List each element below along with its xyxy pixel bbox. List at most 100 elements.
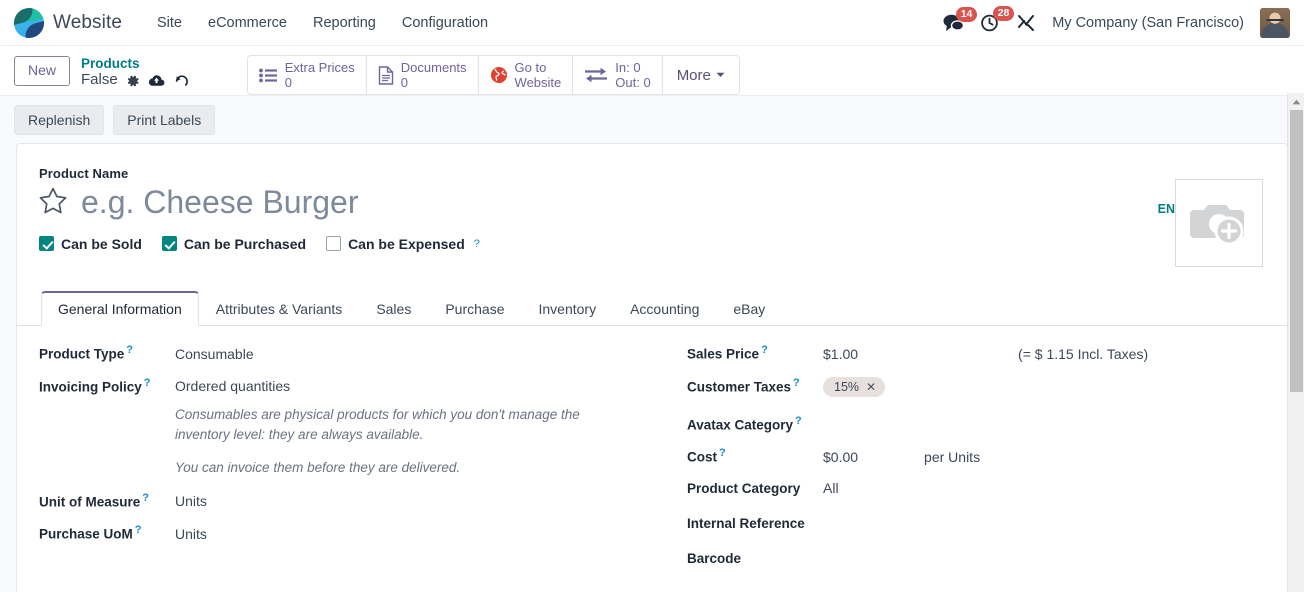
- checkbox-can-be-purchased[interactable]: Can be Purchased: [161, 235, 307, 252]
- help-tooltip-icon[interactable]: ?: [795, 415, 802, 427]
- field-value-product-category[interactable]: All: [823, 480, 839, 496]
- field-label: Customer Taxes?: [687, 376, 800, 395]
- field-label: Unit of Measure?: [39, 491, 149, 510]
- help-paragraph-1: Consumables are physical products for wh…: [175, 407, 580, 443]
- tax-tag-label: 15%: [834, 380, 860, 394]
- checkbox-box: [161, 236, 177, 252]
- product-title-zone: Product Name e.g. Cheese Burger Can be S…: [39, 166, 1263, 267]
- menu-item-configuration[interactable]: Configuration: [389, 9, 501, 37]
- tools-icon: [1018, 14, 1035, 31]
- field-label: Sales Price?: [687, 344, 768, 362]
- help-tooltip-icon[interactable]: ?: [126, 344, 133, 356]
- menu-item-site[interactable]: Site: [144, 9, 195, 37]
- tab-sales[interactable]: Sales: [359, 291, 428, 326]
- control-panel: New Products False Extra Prices 0 Docume…: [0, 46, 1304, 95]
- stat-label: In: 0: [615, 59, 641, 75]
- menu-item-ecommerce[interactable]: eCommerce: [195, 9, 300, 37]
- field-label: Cost?: [687, 447, 726, 465]
- field-value-invoicing-policy[interactable]: Ordered quantities: [175, 378, 290, 394]
- stat-button-documents[interactable]: Documents 0: [367, 56, 479, 94]
- field-cost: Cost? $0.00 per Units: [687, 447, 1263, 465]
- scrollbar-thumb[interactable]: [1290, 110, 1303, 392]
- field-value-product-type[interactable]: Consumable: [175, 346, 254, 362]
- field-label: Purchase UoM?: [39, 524, 142, 542]
- stat-value: Website: [514, 75, 562, 90]
- field-label: Product Type?: [39, 344, 133, 362]
- stat-label: Extra Prices: [284, 59, 355, 75]
- tab-accounting[interactable]: Accounting: [613, 291, 716, 326]
- exchange-icon: [585, 67, 608, 83]
- field-value-cost[interactable]: $0.00: [823, 449, 858, 465]
- menu-item-reporting[interactable]: Reporting: [300, 9, 389, 37]
- tab-general-information[interactable]: General Information: [41, 291, 199, 326]
- form-notebook-tabs: General Information Attributes & Variant…: [17, 291, 1287, 326]
- scroll-up-button[interactable]: [1288, 93, 1304, 110]
- replenish-button[interactable]: Replenish: [14, 105, 105, 135]
- field-unit-of-measure: Unit of Measure? Units: [39, 492, 651, 510]
- checkbox-label: Can be Expensed: [348, 235, 465, 252]
- tab-purchase[interactable]: Purchase: [428, 291, 521, 326]
- language-badge[interactable]: EN: [1158, 202, 1175, 216]
- stat-button-go-to-website[interactable]: Go to Website: [479, 56, 574, 94]
- field-value-purchase-uom[interactable]: Units: [175, 526, 207, 542]
- debug-tools-button[interactable]: [1016, 13, 1036, 33]
- help-tooltip-icon[interactable]: ?: [142, 492, 149, 504]
- save-record-button[interactable]: [148, 74, 165, 88]
- company-selector[interactable]: My Company (San Francisco): [1052, 15, 1244, 31]
- stat-button-extra-prices[interactable]: Extra Prices 0: [248, 56, 367, 94]
- field-label: Invoicing Policy?: [39, 376, 151, 395]
- print-labels-button[interactable]: Print Labels: [113, 105, 216, 135]
- tab-ebay[interactable]: eBay: [716, 291, 782, 326]
- product-name-input[interactable]: e.g. Cheese Burger: [81, 184, 359, 222]
- help-tooltip-icon[interactable]: ?: [144, 377, 151, 389]
- help-paragraph-2: You can invoice them before they are del…: [175, 459, 461, 475]
- messages-button[interactable]: 14: [943, 6, 977, 32]
- odoo-logo-icon: [14, 7, 44, 38]
- app-brand[interactable]: Website: [8, 7, 128, 38]
- favorite-star-icon[interactable]: [39, 187, 67, 219]
- field-value-sales-price[interactable]: $1.00: [823, 346, 858, 362]
- product-type-help-text: Consumables are physical products for wh…: [175, 405, 605, 478]
- user-avatar[interactable]: [1260, 7, 1290, 38]
- breadcrumb-item-products[interactable]: Products: [81, 56, 189, 71]
- action-button-strip: Replenish Print Labels: [0, 95, 1304, 143]
- messages-count-badge: 14: [956, 6, 977, 22]
- stat-button-in-out[interactable]: In: 0 Out: 0: [573, 56, 663, 94]
- tab-attributes-variants[interactable]: Attributes & Variants: [199, 291, 360, 326]
- product-flags: Can be Sold Can be Purchased Can be Expe…: [39, 236, 1158, 252]
- product-image-upload[interactable]: [1175, 179, 1263, 267]
- help-tooltip-icon[interactable]: ?: [761, 344, 768, 356]
- product-form-sheet: Product Name e.g. Cheese Burger Can be S…: [16, 143, 1288, 592]
- discard-changes-button[interactable]: [173, 74, 189, 88]
- help-tooltip-icon[interactable]: ?: [135, 524, 142, 536]
- field-label: Product Category: [687, 480, 801, 496]
- field-product-type: Product Type? Consumable: [39, 344, 651, 362]
- checkbox-can-be-expensed[interactable]: Can be Expensed ?: [326, 236, 480, 252]
- settings-gear-icon[interactable]: [126, 74, 140, 88]
- camera-add-icon: [1190, 205, 1244, 246]
- field-sales-price: Sales Price? $1.00 (= $ 1.15 Incl. Taxes…: [687, 344, 1263, 362]
- checkbox-label: Can be Purchased: [183, 235, 307, 252]
- stat-value: 0: [400, 75, 409, 90]
- form-column-left: Product Type? Consumable Invoicing Polic…: [39, 344, 651, 581]
- help-tooltip-icon[interactable]: ?: [719, 447, 726, 459]
- stat-button-more[interactable]: More: [663, 56, 739, 94]
- new-record-button[interactable]: New: [14, 56, 71, 86]
- tab-inventory[interactable]: Inventory: [522, 291, 614, 326]
- help-tooltip-icon[interactable]: ?: [793, 377, 800, 389]
- checkbox-box: [326, 236, 342, 252]
- more-label: More: [676, 66, 711, 84]
- activities-button[interactable]: 28: [980, 5, 1014, 33]
- remove-tax-icon[interactable]: ✕: [866, 381, 876, 393]
- field-product-category: Product Category All: [687, 480, 1263, 496]
- tax-tag[interactable]: 15% ✕: [823, 377, 886, 397]
- form-sheet-background: Product Name e.g. Cheese Burger Can be S…: [0, 143, 1304, 592]
- main-menu: Site eCommerce Reporting Configuration: [144, 9, 501, 37]
- help-tooltip-icon[interactable]: ?: [474, 238, 480, 250]
- app-name: Website: [53, 11, 122, 33]
- top-navbar: Website Site eCommerce Reporting Configu…: [0, 0, 1304, 46]
- checkbox-can-be-sold[interactable]: Can be Sold: [39, 236, 142, 252]
- vertical-scrollbar[interactable]: [1287, 93, 1304, 592]
- field-value-unit-of-measure[interactable]: Units: [175, 493, 207, 509]
- stat-value: Out: 0: [615, 75, 651, 90]
